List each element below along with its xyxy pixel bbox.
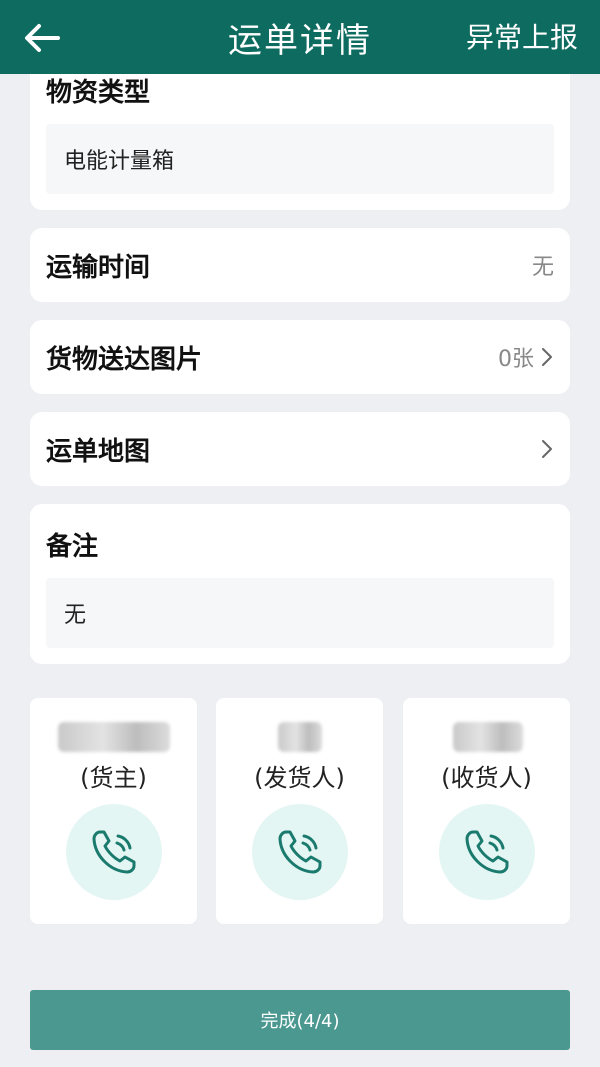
contact-card-shipper: (发货人) [216,698,383,924]
contact-role: (收货人) [441,764,532,792]
waybill-map-label: 运单地图 [46,436,151,467]
delivery-photos-row[interactable]: 货物送达图片 0张 [30,320,570,394]
redacted-name [58,722,170,752]
transport-time-value: 无 [531,255,554,280]
contact-card-receiver: (收货人) [403,698,570,924]
page-title: 运单详情 [228,20,372,61]
waybill-map-row[interactable]: 运单地图 [30,412,570,486]
call-owner-button[interactable] [66,804,162,900]
call-shipper-button[interactable] [252,804,348,900]
chevron-right-icon [542,348,552,366]
back-button[interactable] [22,18,62,58]
remark-value: 无 [46,578,554,648]
call-receiver-button[interactable] [439,804,535,900]
delivery-photos-label: 货物送达图片 [46,344,203,375]
contact-role: (货主) [80,764,147,792]
chevron-right-icon [542,440,552,458]
transport-time-label: 运输时间 [46,252,151,283]
material-type-title: 物资类型 [46,78,151,108]
report-exception-button[interactable]: 异常上报 [466,18,578,58]
redacted-name [453,722,523,752]
material-type-value: 电能计量箱 [46,124,554,194]
remark-card: 备注 无 [30,504,570,664]
arrow-left-icon [25,24,60,52]
top-nav-bar: 运单详情 异常上报 [0,0,600,74]
redacted-name [278,722,322,752]
phone-icon [92,830,136,874]
transport-time-row: 运输时间 无 [30,228,570,302]
phone-icon [465,830,509,874]
phone-icon [278,830,322,874]
contact-role: (发货人) [254,764,345,792]
material-type-card: 物资类型 电能计量箱 [30,50,570,210]
remark-title: 备注 [46,532,99,562]
contact-card-owner: (货主) [30,698,197,924]
delivery-photos-count: 0张 [498,347,534,372]
complete-button[interactable]: 完成(4/4) [30,990,570,1050]
